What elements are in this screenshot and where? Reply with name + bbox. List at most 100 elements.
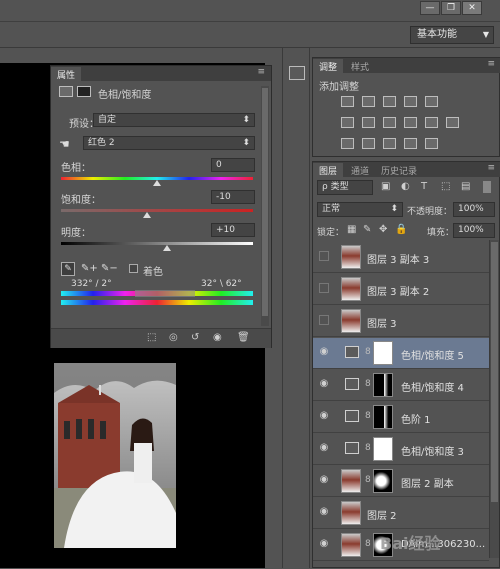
brightness-contrast-adjustment-icon[interactable] bbox=[341, 96, 354, 107]
lock-paint-icon[interactable]: ✎ bbox=[363, 224, 371, 235]
tab-properties[interactable]: 属性 bbox=[51, 67, 82, 82]
filter-adjustment-icon[interactable]: ◐ bbox=[401, 181, 410, 192]
layer-mask-thumbnail[interactable] bbox=[373, 469, 393, 493]
restore-button[interactable]: ❐ bbox=[441, 1, 461, 15]
visibility-toggle[interactable] bbox=[319, 251, 329, 261]
preset-select[interactable]: 自定 ⬍ bbox=[93, 113, 255, 127]
eye-icon[interactable]: ◉ bbox=[315, 442, 333, 456]
visibility-icon[interactable]: ◉ bbox=[213, 332, 222, 343]
threshold-adjustment-icon[interactable] bbox=[383, 138, 396, 149]
eye-icon[interactable]: ◉ bbox=[315, 410, 333, 424]
properties-scrollbar[interactable] bbox=[261, 86, 269, 326]
eyedropper-plus-icon[interactable]: ✎+ bbox=[81, 263, 98, 274]
link-icon[interactable]: 8 bbox=[365, 475, 371, 485]
opacity-input[interactable]: 100% bbox=[453, 202, 495, 217]
visibility-toggle[interactable] bbox=[319, 283, 329, 293]
color-range-selector[interactable] bbox=[135, 290, 195, 297]
eyedropper-icon[interactable]: ✎ bbox=[61, 262, 75, 276]
exposure-adjustment-icon[interactable] bbox=[404, 96, 417, 107]
layer-row[interactable]: 图层 3 bbox=[313, 306, 489, 337]
eyedropper-minus-icon[interactable]: ✎− bbox=[101, 263, 118, 274]
panel-menu-icon[interactable]: ≡ bbox=[487, 59, 495, 69]
layer-row[interactable]: 图层 3 副本 3 bbox=[313, 242, 489, 273]
panel-menu-icon[interactable]: ≡ bbox=[487, 163, 495, 173]
workspace-switcher[interactable]: 基本功能 ▼ bbox=[410, 26, 494, 44]
properties-panel-icon[interactable] bbox=[289, 66, 305, 80]
blend-mode-select[interactable]: 正常 ⬍ bbox=[317, 202, 403, 217]
lock-all-icon[interactable]: 🔒 bbox=[395, 224, 407, 235]
visibility-toggle[interactable] bbox=[319, 315, 329, 325]
colorize-checkbox[interactable] bbox=[129, 264, 138, 273]
layer-mask-thumbnail[interactable] bbox=[373, 437, 393, 461]
vibrance-adjustment-icon[interactable] bbox=[425, 96, 438, 107]
tab-styles[interactable]: 样式 bbox=[345, 59, 375, 74]
hue-saturation-adjustment-icon[interactable] bbox=[341, 117, 354, 128]
layer-row[interactable]: ◉ 8 图层 2 副本 bbox=[313, 466, 489, 497]
eye-icon[interactable]: ◉ bbox=[315, 378, 333, 392]
filter-shape-icon[interactable]: ⬚ bbox=[441, 181, 450, 192]
link-icon[interactable]: 8 bbox=[365, 539, 371, 549]
properties-scroll-thumb[interactable] bbox=[262, 88, 268, 316]
mask-icon[interactable] bbox=[77, 86, 91, 97]
panel-menu-icon[interactable]: ≡ bbox=[257, 67, 265, 77]
tab-channels[interactable]: 通道 bbox=[345, 163, 375, 178]
color-lookup-adjustment-icon[interactable] bbox=[446, 117, 459, 128]
tab-layers[interactable]: 图层 bbox=[313, 163, 344, 178]
eye-icon[interactable]: ◉ bbox=[315, 506, 333, 520]
tab-history[interactable]: 历史记录 bbox=[375, 163, 423, 178]
reset-icon[interactable]: ↺ bbox=[191, 332, 199, 343]
gradient-map-adjustment-icon[interactable] bbox=[404, 138, 417, 149]
link-icon[interactable]: 8 bbox=[365, 347, 371, 357]
eye-icon[interactable]: ◉ bbox=[315, 346, 333, 360]
delete-icon[interactable]: 🗑 bbox=[237, 332, 250, 343]
layer-row[interactable]: 图层 3 副本 2 bbox=[313, 274, 489, 305]
selective-color-adjustment-icon[interactable] bbox=[425, 138, 438, 149]
eye-icon[interactable]: ◉ bbox=[315, 474, 333, 488]
filter-smart-object-icon[interactable]: ▤ bbox=[461, 181, 470, 192]
saturation-slider-track[interactable] bbox=[61, 209, 253, 212]
layer-mask-thumbnail[interactable] bbox=[373, 405, 393, 429]
layer-row[interactable]: ◉ 8 色相/饱和度 5 bbox=[313, 338, 489, 369]
view-previous-icon[interactable]: ◎ bbox=[169, 332, 178, 343]
lightness-input[interactable]: +10 bbox=[211, 223, 255, 237]
hue-input[interactable]: 0 bbox=[211, 158, 255, 172]
layer-mask-thumbnail[interactable] bbox=[373, 341, 393, 365]
link-icon[interactable]: 8 bbox=[365, 411, 371, 421]
filter-type-icon[interactable]: T bbox=[421, 181, 427, 192]
color-balance-adjustment-icon[interactable] bbox=[362, 117, 375, 128]
layer-mask-thumbnail[interactable] bbox=[373, 373, 393, 397]
minimize-button[interactable]: — bbox=[420, 1, 440, 15]
levels-adjustment-icon[interactable] bbox=[362, 96, 375, 107]
black-white-adjustment-icon[interactable] bbox=[383, 117, 396, 128]
photo-filter-adjustment-icon[interactable] bbox=[404, 117, 417, 128]
invert-adjustment-icon[interactable] bbox=[341, 138, 354, 149]
lock-transparent-icon[interactable]: ▦ bbox=[347, 224, 356, 235]
saturation-input[interactable]: -10 bbox=[211, 190, 255, 204]
layers-scroll-thumb[interactable] bbox=[491, 242, 498, 502]
lightness-slider-track[interactable] bbox=[61, 242, 253, 245]
filter-toggle-switch[interactable] bbox=[483, 181, 491, 193]
curves-adjustment-icon[interactable] bbox=[383, 96, 396, 107]
hue-slider-thumb[interactable] bbox=[153, 180, 161, 186]
layer-row[interactable]: ◉ 8 色相/饱和度 4 bbox=[313, 370, 489, 401]
channel-select[interactable]: 红色 2 ⬍ bbox=[83, 136, 255, 150]
eye-icon[interactable]: ◉ bbox=[315, 538, 333, 552]
link-icon[interactable]: 8 bbox=[365, 443, 371, 453]
layer-row[interactable]: ◉ 8 色阶 1 bbox=[313, 402, 489, 433]
lightness-slider-thumb[interactable] bbox=[162, 245, 171, 251]
fill-input[interactable]: 100% bbox=[453, 223, 495, 238]
channel-mixer-adjustment-icon[interactable] bbox=[425, 117, 438, 128]
posterize-adjustment-icon[interactable] bbox=[362, 138, 375, 149]
layer-row[interactable]: ◉ 8 色相/饱和度 3 bbox=[313, 434, 489, 465]
close-button[interactable]: ✕ bbox=[462, 1, 482, 15]
tab-adjustments[interactable]: 调整 bbox=[313, 59, 344, 74]
link-icon[interactable]: 8 bbox=[365, 379, 371, 389]
layer-filter-select[interactable]: ρ 类型 bbox=[317, 180, 373, 195]
clip-to-layer-icon[interactable]: ⬚ bbox=[147, 332, 156, 343]
lock-move-icon[interactable]: ✥ bbox=[379, 224, 387, 235]
saturation-slider-thumb[interactable] bbox=[143, 212, 152, 218]
layer-row[interactable]: ◉ 图层 2 bbox=[313, 498, 489, 529]
layers-scrollbar[interactable] bbox=[489, 240, 499, 558]
filter-pixel-icon[interactable]: ▣ bbox=[381, 181, 390, 192]
hand-target-icon[interactable]: ☚ bbox=[59, 137, 70, 151]
